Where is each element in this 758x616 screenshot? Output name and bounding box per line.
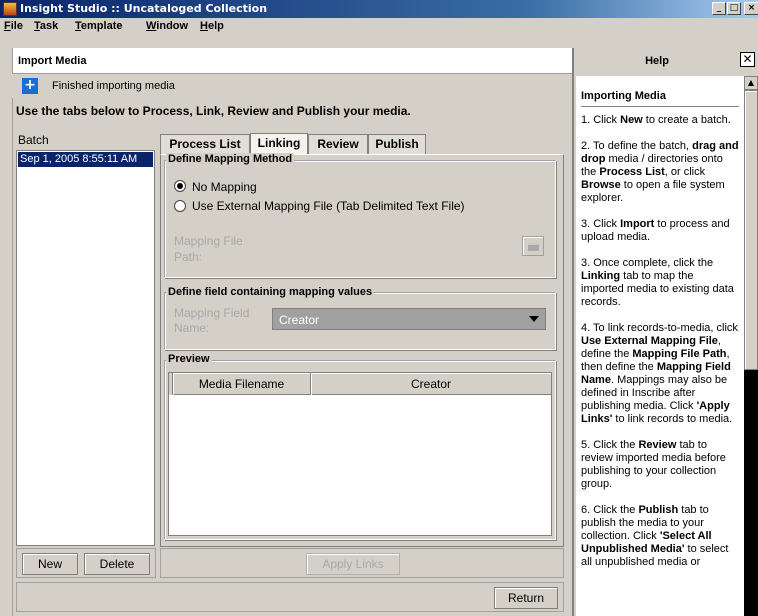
window-title: Insight Studio :: Uncataloged Collection bbox=[20, 2, 268, 15]
external-mapping-radio[interactable] bbox=[174, 200, 186, 212]
preview-legend: Preview bbox=[166, 353, 212, 365]
maximize-button[interactable]: □ bbox=[727, 2, 741, 15]
batch-list-item[interactable]: Sep 1, 2005 8:55:11 AM bbox=[18, 152, 153, 167]
menu-bar: File Task Template Window Help bbox=[0, 18, 758, 36]
help-title: Help bbox=[645, 55, 669, 67]
help-step-4: 3. Once complete, click the Linking tab … bbox=[581, 257, 734, 308]
footer-bar bbox=[16, 582, 564, 612]
preview-table[interactable]: Media Filename Creator bbox=[168, 372, 552, 536]
mapping-field-select[interactable]: Creator bbox=[272, 308, 546, 330]
batch-label: Batch bbox=[18, 133, 49, 147]
mapping-field-name-label: Mapping Field Name: bbox=[174, 306, 250, 335]
scroll-up-icon[interactable]: ▲ bbox=[744, 76, 758, 90]
help-step-2: 2. To define the batch, drag and drop me… bbox=[581, 140, 739, 204]
folder-icon bbox=[528, 243, 539, 251]
help-text: Importing Media 1. Click New to create a… bbox=[581, 90, 739, 582]
help-step-5: 4. To link records-to-media, click Use E… bbox=[581, 322, 738, 425]
help-heading: Importing Media bbox=[581, 90, 739, 107]
folder-browse-button[interactable] bbox=[522, 236, 544, 256]
tab-review[interactable]: Review bbox=[308, 134, 368, 154]
menu-window[interactable]: Window bbox=[146, 20, 188, 32]
status-bar: + Finished importing media bbox=[12, 74, 572, 98]
chevron-down-icon bbox=[529, 316, 539, 322]
help-step-7: 6. Click the Publish tab to publish the … bbox=[581, 504, 729, 568]
column-header-creator[interactable]: Creator bbox=[311, 373, 551, 395]
close-help-button[interactable]: ✕ bbox=[740, 52, 755, 67]
scrollbar-thumb[interactable] bbox=[744, 90, 758, 370]
plus-icon: + bbox=[22, 78, 38, 94]
menu-template[interactable]: Template bbox=[75, 20, 122, 32]
delete-button[interactable]: Delete bbox=[84, 553, 150, 575]
help-step-1: 1. Click New to create a batch. bbox=[581, 114, 731, 126]
tab-linking[interactable]: Linking bbox=[250, 133, 308, 154]
mapping-field-value: Creator bbox=[279, 313, 320, 327]
title-bar: Insight Studio :: Uncataloged Collection… bbox=[0, 0, 758, 18]
app-icon bbox=[3, 2, 17, 16]
no-mapping-label: No Mapping bbox=[192, 180, 257, 194]
batch-list[interactable]: Sep 1, 2005 8:55:11 AM bbox=[16, 150, 155, 546]
menu-task[interactable]: Task bbox=[34, 20, 58, 32]
import-media-title: Import Media bbox=[18, 55, 87, 67]
mapping-field-legend: Define field containing mapping values bbox=[166, 286, 375, 298]
return-button[interactable]: Return bbox=[494, 587, 558, 609]
status-text: Finished importing media bbox=[52, 80, 175, 92]
apply-links-button[interactable]: Apply Links bbox=[306, 553, 400, 575]
no-mapping-radio[interactable] bbox=[174, 180, 186, 192]
column-header-media-filename[interactable]: Media Filename bbox=[173, 373, 311, 395]
menu-help[interactable]: Help bbox=[200, 20, 224, 32]
tab-publish[interactable]: Publish bbox=[368, 134, 426, 154]
help-content: Importing Media 1. Click New to create a… bbox=[576, 76, 744, 616]
help-step-6: 5. Click the Review tab to review import… bbox=[581, 439, 726, 490]
mapping-file-path-label: Mapping File Path: bbox=[174, 234, 243, 264]
external-mapping-label: Use External Mapping File (Tab Delimited… bbox=[192, 199, 465, 213]
panel-border bbox=[12, 48, 13, 616]
import-media-header: Import Media bbox=[12, 48, 572, 74]
new-button[interactable]: New bbox=[22, 553, 78, 575]
menu-file[interactable]: File bbox=[4, 20, 23, 32]
close-window-button[interactable]: × bbox=[744, 2, 758, 15]
instruction-text: Use the tabs below to Process, Link, Rev… bbox=[16, 104, 411, 118]
help-step-3: 3. Click Import to process and upload me… bbox=[581, 218, 730, 243]
tab-process-list[interactable]: Process List bbox=[160, 134, 250, 154]
mapping-method-legend: Define Mapping Method bbox=[166, 153, 295, 165]
help-scrollbar[interactable]: ▲ bbox=[744, 76, 758, 616]
minimize-button[interactable]: _ bbox=[712, 2, 726, 15]
